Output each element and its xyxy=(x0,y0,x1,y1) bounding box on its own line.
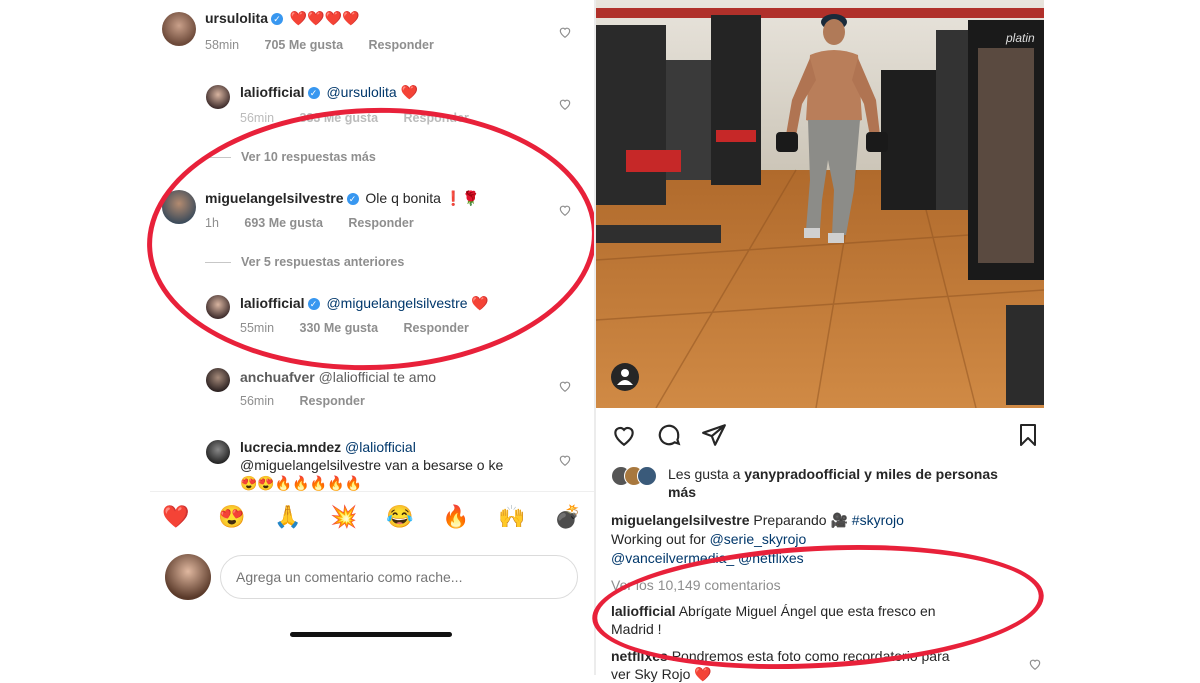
current-user-avatar xyxy=(165,554,211,600)
comment-username[interactable]: laliofficial xyxy=(240,84,305,100)
like-heart-icon[interactable] xyxy=(558,25,572,39)
comment-time: 56min xyxy=(240,394,275,408)
comment-text: @laliofficial te amo xyxy=(318,369,437,385)
caption-mention[interactable]: @serie_skyrojo xyxy=(710,531,807,547)
like-heart-icon[interactable] xyxy=(558,379,572,393)
gym-machine xyxy=(596,25,666,205)
emoji-pray[interactable]: 🙏 xyxy=(274,505,301,529)
emoji-heart[interactable]: ❤️ xyxy=(162,505,189,529)
save-bookmark-icon[interactable] xyxy=(1016,422,1040,448)
caption-line2: Working out for @serie_skyrojo xyxy=(611,530,806,548)
gym-bench xyxy=(716,130,756,142)
comment-username[interactable]: anchuafver xyxy=(240,369,315,385)
gym-mirror xyxy=(978,48,1034,263)
gym-machine xyxy=(936,30,971,210)
photo-wall-band xyxy=(596,8,1044,18)
share-icon[interactable] xyxy=(700,422,728,448)
comment-meta: 56min Responder xyxy=(240,394,387,408)
like-heart-icon[interactable] xyxy=(558,97,572,111)
post-caption: miguelangelsilvestre Preparando 🎥 #skyro… xyxy=(611,511,904,529)
like-heart-icon[interactable] xyxy=(558,453,572,467)
verified-icon: ✓ xyxy=(271,13,284,26)
emoji-heart-eyes[interactable]: 😍 xyxy=(218,505,245,529)
comment-username[interactable]: ursulolita xyxy=(205,10,268,26)
post-photo[interactable]: platin xyxy=(596,0,1044,408)
like-heart-icon[interactable] xyxy=(610,422,638,448)
liked-by-text[interactable]: Les gusta a yanypradoofficial y miles de… xyxy=(668,465,998,483)
gym-machine xyxy=(711,15,761,185)
comment-likes[interactable]: 705 Me gusta xyxy=(265,38,344,52)
comment-time: 58min xyxy=(205,38,240,52)
comment-username[interactable]: lucrecia.mndez xyxy=(240,439,341,455)
comment-meta: 58min 705 Me gusta Responder xyxy=(205,38,456,52)
emoji-bar-divider xyxy=(150,491,594,492)
comment-text-line3: 😍😍🔥🔥🔥🔥🔥 xyxy=(240,475,363,491)
comment-lucrecia: lucrecia.mndez @laliofficial xyxy=(240,438,416,456)
caption-line2-prefix: Working out for xyxy=(611,531,710,547)
emoji-fire[interactable]: 🔥 xyxy=(442,505,469,529)
gym-sign: platin xyxy=(1005,31,1035,45)
comment-text: ❤️❤️❤️❤️ xyxy=(289,10,360,26)
comment-icon[interactable] xyxy=(655,422,683,448)
comment-avatar-anchuafver[interactable] xyxy=(206,368,230,392)
comment-text-line2: ver Sky Rojo ❤️ xyxy=(611,666,712,682)
caption-username[interactable]: miguelangelsilvestre xyxy=(611,512,750,528)
emoji-bar: ❤️ 😍 🙏 💥 😂 🔥 🙌 💣 xyxy=(150,505,594,535)
comment-anchuafver: anchuafver @laliofficial te amo xyxy=(240,368,436,386)
liked-by-avatars xyxy=(611,466,665,486)
liker-avatar xyxy=(637,466,657,486)
liked-by-line2: más xyxy=(668,484,697,500)
liked-by-suffix: y miles de personas xyxy=(860,466,998,482)
emoji-raised-hands[interactable]: 🙌 xyxy=(498,505,525,529)
comment-avatar-ursulolita[interactable] xyxy=(162,12,196,46)
verified-icon: ✓ xyxy=(307,87,320,100)
reply-button[interactable]: Responder xyxy=(300,394,365,408)
comment-laliofficial-1: laliofficial ✓ @ursulolita ❤️ xyxy=(240,83,418,101)
emoji-bomb[interactable]: 💣 xyxy=(554,505,581,529)
comment-text: ❤️ xyxy=(400,84,419,100)
caption-text: Preparando 🎥 xyxy=(753,512,848,528)
comment-avatar-lucrecia[interactable] xyxy=(206,440,230,464)
liked-by-prefix: Les gusta a xyxy=(668,466,745,482)
gym-bench xyxy=(626,150,681,172)
comment-input[interactable] xyxy=(234,556,568,598)
caption-hashtag[interactable]: #skyrojo xyxy=(852,512,904,528)
liked-by-user[interactable]: yanypradoofficial xyxy=(744,466,860,482)
gym-machine xyxy=(881,70,941,210)
reply-button[interactable]: Responder xyxy=(369,38,434,52)
like-heart-icon[interactable] xyxy=(1028,657,1042,671)
comment-ursulolita: ursulolita ✓ ❤️❤️❤️❤️ xyxy=(205,9,360,27)
comment-mention[interactable]: @ursulolita xyxy=(326,84,396,100)
comment-avatar-laliofficial[interactable] xyxy=(206,85,230,109)
gym-rack xyxy=(596,225,721,243)
comment-text-line2: @miguelangelsilvestre van a besarse o ke xyxy=(240,457,504,473)
user-tag-icon-head xyxy=(621,369,629,377)
gym-mat xyxy=(1006,305,1044,405)
comment-input-box[interactable] xyxy=(220,555,578,599)
comment-mention[interactable]: @laliofficial xyxy=(345,439,416,455)
emoji-laugh[interactable]: 😂 xyxy=(386,505,413,529)
home-indicator xyxy=(290,632,452,637)
emoji-collision[interactable]: 💥 xyxy=(330,505,357,529)
comment-time: 56min xyxy=(240,111,275,125)
